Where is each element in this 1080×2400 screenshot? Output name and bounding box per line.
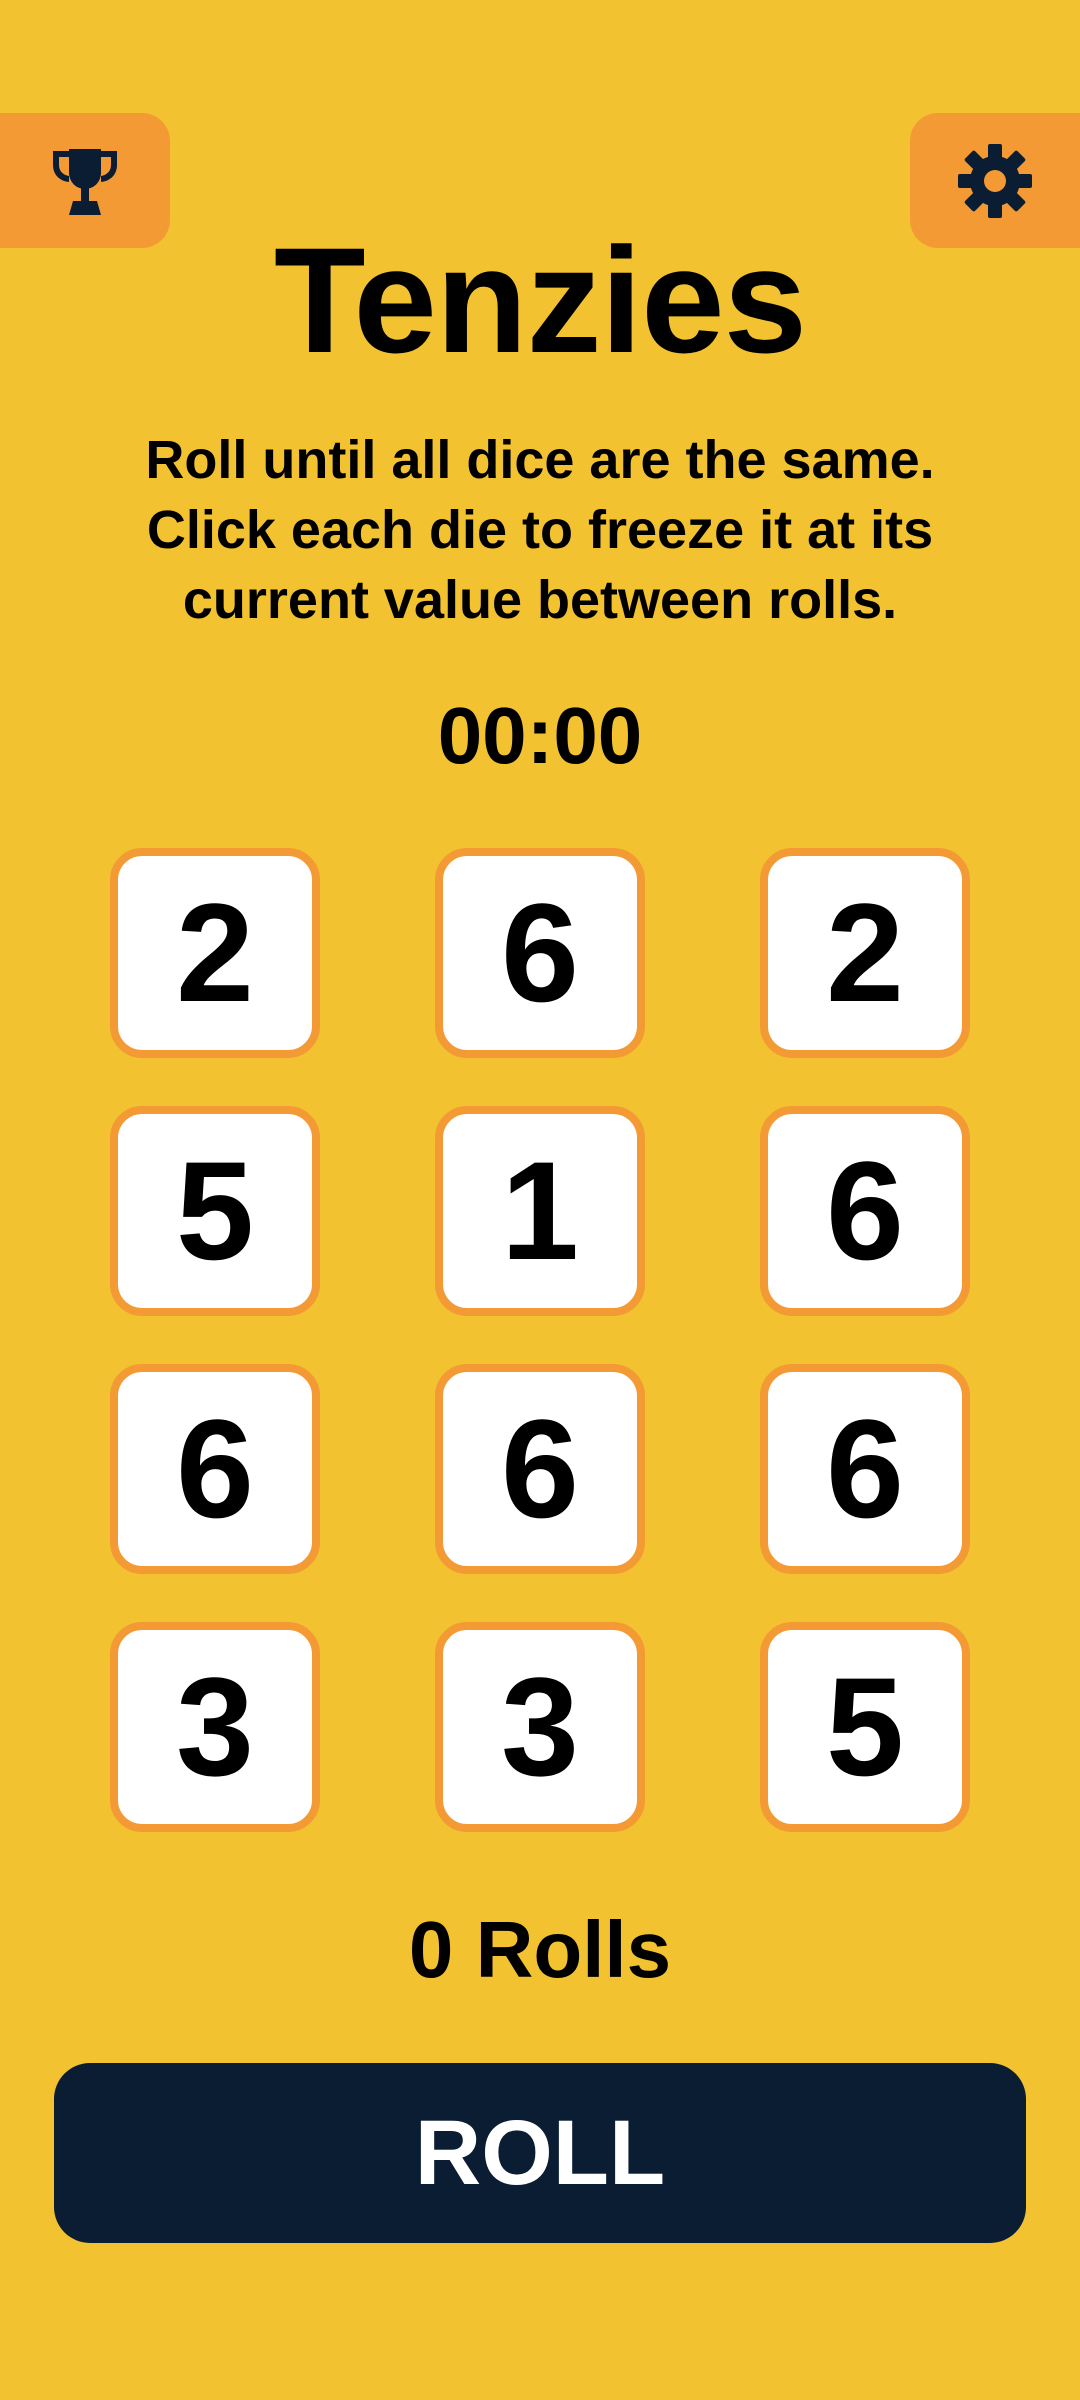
gear-icon	[955, 141, 1035, 221]
die-7[interactable]: 6	[110, 1364, 320, 1574]
die-8[interactable]: 6	[435, 1364, 645, 1574]
die-9[interactable]: 6	[760, 1364, 970, 1574]
die-10[interactable]: 3	[110, 1622, 320, 1832]
roll-button[interactable]: ROLL	[54, 2063, 1026, 2243]
trophy-icon	[45, 141, 125, 221]
page-title: Tenzies	[273, 216, 807, 384]
instructions-text: Roll until all dice are the same. Click …	[145, 430, 935, 630]
dice-grid: 2 6 2 5 1 6 6 6 6 3 3 5	[110, 848, 970, 1832]
die-12[interactable]: 5	[760, 1622, 970, 1832]
rolls-counter: 0 Rolls	[408, 1905, 672, 1994]
timer: 00:00	[437, 691, 643, 780]
die-4[interactable]: 5	[110, 1106, 320, 1316]
die-5[interactable]: 1	[435, 1106, 645, 1316]
die-11[interactable]: 3	[435, 1622, 645, 1832]
die-3[interactable]: 2	[760, 848, 970, 1058]
die-1[interactable]: 2	[110, 848, 320, 1058]
die-2[interactable]: 6	[435, 848, 645, 1058]
die-6[interactable]: 6	[760, 1106, 970, 1316]
